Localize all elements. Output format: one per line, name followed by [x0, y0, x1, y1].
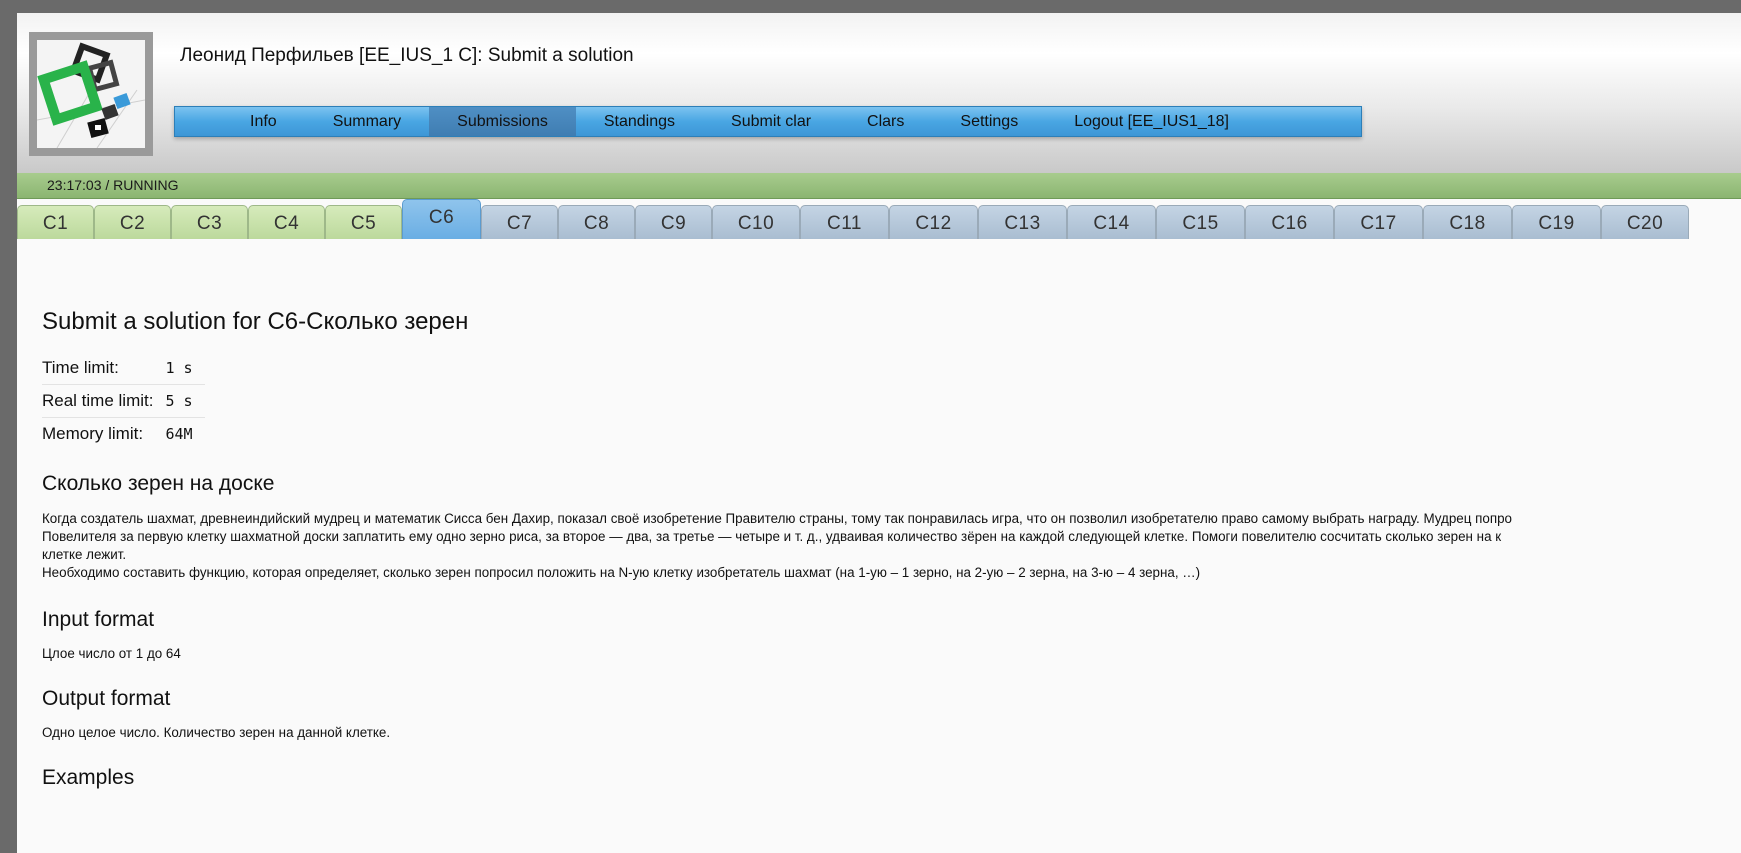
tab-problem-c20[interactable]: C20	[1601, 205, 1689, 239]
page: Леонид Перфильев [EE_IUS_1 C]: Submit a …	[17, 13, 1741, 853]
tab-problem-c17[interactable]: C17	[1334, 205, 1423, 239]
menu-item-standings[interactable]: Standings	[576, 107, 703, 136]
tab-problem-c4[interactable]: C4	[248, 205, 325, 239]
tab-problem-c19[interactable]: C19	[1512, 205, 1601, 239]
statement-title: Сколько зерен на доске	[42, 472, 275, 495]
status-bar: 23:17:03 / RUNNING	[17, 173, 1741, 199]
problem-content: Submit a solution for C6-Сколько зерен T…	[42, 308, 1732, 804]
problem-tabs: C1 C2 C3 C4 C5 C6 C7 C8 C9 C10 C11 C12 C…	[17, 199, 1689, 239]
submit-heading: Submit a solution for C6-Сколько зерен	[42, 308, 469, 335]
server-time: 23:17:03	[47, 177, 102, 193]
menu-item-settings[interactable]: Settings	[932, 107, 1046, 136]
header: Леонид Перфильев [EE_IUS_1 C]: Submit a …	[17, 13, 1741, 173]
status-separator: /	[101, 177, 114, 193]
tab-problem-c12[interactable]: C12	[889, 205, 978, 239]
table-row: Time limit: 1 s	[42, 352, 205, 385]
limits-table: Time limit: 1 s Real time limit: 5 s Mem…	[42, 352, 205, 450]
time-limit-label: Time limit:	[42, 352, 166, 385]
tab-problem-c18[interactable]: C18	[1423, 205, 1512, 239]
tab-problem-c10[interactable]: C10	[712, 205, 800, 239]
tab-problem-c9[interactable]: C9	[635, 205, 712, 239]
real-time-limit-value: 5 s	[165, 384, 205, 418]
page-title: Леонид Перфильев [EE_IUS_1 C]: Submit a …	[180, 45, 634, 66]
contest-status: 23:17:03 / RUNNING	[47, 177, 179, 193]
menu-item-clars[interactable]: Clars	[839, 107, 932, 136]
menu-item-logout[interactable]: Logout [EE_IUS1_18]	[1046, 107, 1257, 136]
statement-line: Необходимо составить функцию, которая оп…	[42, 565, 1201, 580]
main-menu: Info Summary Submissions Standings Submi…	[174, 106, 1362, 137]
output-format-text: Одно целое число. Количество зерен на да…	[42, 725, 391, 740]
tab-problem-c7[interactable]: C7	[481, 205, 558, 239]
memory-limit-label: Memory limit:	[42, 424, 144, 443]
statement-line: Когда создатель шахмат, древнеиндийский …	[42, 511, 1512, 526]
tab-problem-c2[interactable]: C2	[94, 205, 171, 239]
menu-item-summary[interactable]: Summary	[305, 107, 429, 136]
statement-line: клетке лежит.	[42, 547, 127, 562]
menu-item-submissions[interactable]: Submissions	[429, 107, 576, 136]
logo-icon	[36, 40, 146, 149]
memory-limit-value: 64M	[165, 425, 193, 443]
problem-statement: Когда создатель шахмат, древнеиндийский …	[42, 510, 1732, 582]
time-limit-value: 1 s	[165, 352, 205, 385]
output-format-title: Output format	[42, 687, 171, 710]
table-row: Real time limit: 5 s	[42, 384, 205, 418]
tab-problem-c6[interactable]: C6	[402, 199, 481, 239]
examples-title: Examples	[42, 766, 135, 789]
tab-problem-c1[interactable]: C1	[17, 205, 94, 239]
contest-state: RUNNING	[113, 177, 179, 193]
tab-problem-c8[interactable]: C8	[558, 205, 635, 239]
real-time-limit-label: Real time limit:	[42, 384, 166, 418]
tab-problem-c3[interactable]: C3	[171, 205, 248, 239]
menu-item-info[interactable]: Info	[175, 107, 305, 136]
menu-item-submit-clar[interactable]: Submit clar	[703, 107, 839, 136]
input-format-title: Input format	[42, 608, 155, 631]
input-format-text: Цлое число от 1 до 64	[42, 646, 181, 661]
tab-problem-c16[interactable]: C16	[1245, 205, 1334, 239]
statement-line: Повелителя за первую клетку шахматной до…	[42, 529, 1502, 544]
tab-problem-c11[interactable]: C11	[800, 205, 889, 239]
table-row: Memory limit: 64M	[42, 418, 205, 451]
tab-problem-c5[interactable]: C5	[325, 205, 402, 239]
tab-problem-c15[interactable]: C15	[1156, 205, 1245, 239]
ejudge-logo	[29, 32, 153, 156]
tab-problem-c13[interactable]: C13	[978, 205, 1067, 239]
tab-problem-c14[interactable]: C14	[1067, 205, 1156, 239]
